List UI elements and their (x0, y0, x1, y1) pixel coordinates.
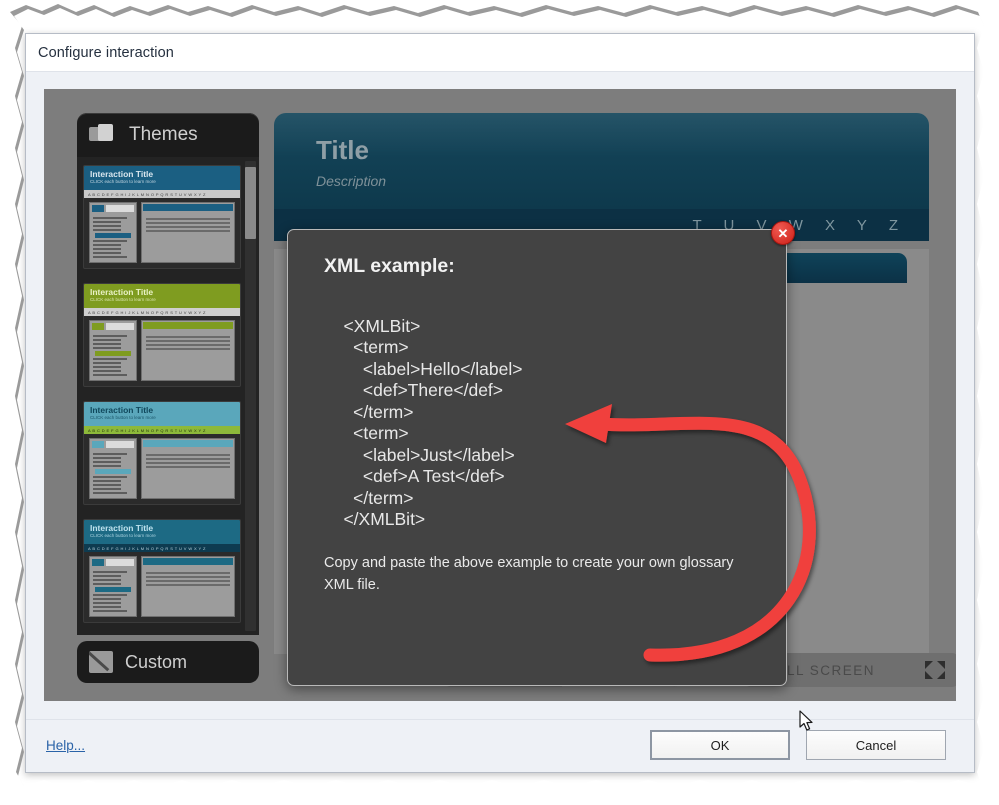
preview-header: Title Description (274, 113, 929, 209)
themes-scrollport: Interaction Title CLICK each button to le… (83, 157, 241, 635)
themes-panel-header[interactable]: Themes (77, 113, 259, 157)
theme-thumbnail-subtitle: CLICK each button to learn more (90, 415, 156, 420)
ok-button-label: OK (710, 737, 730, 753)
preview-description: Description (316, 173, 387, 189)
theme-thumbnail-list (89, 202, 137, 263)
theme-thumbnail-header: Interaction Title CLICK each button to le… (84, 284, 240, 308)
themes-scrollbar[interactable] (245, 161, 256, 631)
preview-title: Title (316, 135, 369, 165)
theme-thumbnail-alphabet: A B C D E F G H I J K L M N O P Q R S T … (84, 308, 240, 316)
theme-thumbnail-header: Interaction Title CLICK each button to le… (84, 402, 240, 426)
theme-thumbnail[interactable]: Interaction Title CLICK each button to le… (83, 283, 241, 387)
window-titlebar: Configure interaction (26, 34, 974, 72)
theme-thumbnail-header: Interaction Title CLICK each button to le… (84, 520, 240, 544)
preview-header-gloss (274, 113, 929, 157)
xml-modal-heading: XML example: (324, 255, 455, 277)
ok-button[interactable]: OK (650, 730, 790, 760)
theme-thumbnail-body (89, 438, 235, 499)
preview-stage-wrapper: Themes Interaction Title CLICK each butto… (44, 89, 956, 701)
theme-thumbnail-title: Interaction Title (90, 405, 154, 415)
theme-thumbnail-subtitle: CLICK each button to learn more (90, 179, 156, 184)
theme-thumbnail-header: Interaction Title CLICK each button to le… (84, 166, 240, 190)
theme-thumbnail-alphabet: A B C D E F G H I J K L M N O P Q R S T … (84, 426, 240, 434)
theme-thumbnail-subtitle: CLICK each button to learn more (90, 297, 156, 302)
xml-example-modal: ✕ XML example: <XMLBit> <term> <label>He… (287, 221, 795, 686)
dialog-footer: Help... OK Cancel (26, 719, 974, 772)
layers-icon (89, 124, 117, 146)
theme-thumbnail-alphabet: A B C D E F G H I J K L M N O P Q R S T … (84, 190, 240, 198)
help-link[interactable]: Help... (46, 738, 85, 753)
theme-thumbnail-list (89, 438, 137, 499)
cancel-button-label: Cancel (855, 737, 897, 753)
cancel-button[interactable]: Cancel (806, 730, 946, 760)
close-icon[interactable]: ✕ (771, 221, 795, 245)
theme-thumbnail-title: Interaction Title (90, 169, 154, 179)
theme-thumbnail-body (89, 320, 235, 381)
xml-modal-note: Copy and paste the above example to crea… (324, 555, 734, 593)
preview-stage: Themes Interaction Title CLICK each butto… (44, 89, 956, 701)
theme-thumbnail-subtitle: CLICK each button to learn more (90, 533, 156, 538)
theme-thumbnail[interactable]: Interaction Title CLICK each button to le… (83, 519, 241, 623)
window-title: Configure interaction (38, 44, 174, 61)
theme-thumbnail-body (89, 556, 235, 617)
themes-panel: Themes Interaction Title CLICK each butto… (77, 113, 259, 683)
theme-thumbnail-title: Interaction Title (90, 523, 154, 533)
theme-thumbnail-detail (141, 320, 235, 381)
theme-thumbnail-list (89, 556, 137, 617)
theme-thumbnail-title: Interaction Title (90, 287, 154, 297)
theme-thumbnail-list (89, 320, 137, 381)
themes-list[interactable]: Interaction Title CLICK each button to le… (77, 157, 259, 635)
theme-thumbnail[interactable]: Interaction Title CLICK each button to le… (83, 401, 241, 505)
expand-icon (925, 661, 945, 679)
theme-thumbnail-alphabet: A B C D E F G H I J K L M N O P Q R S T … (84, 544, 240, 552)
themes-panel-label: Themes (129, 124, 198, 145)
theme-thumbnail-detail (141, 202, 235, 263)
theme-thumbnail-body (89, 202, 235, 263)
theme-thumbnail-detail (141, 556, 235, 617)
themes-scrollbar-thumb[interactable] (245, 167, 256, 239)
mouse-cursor (799, 710, 813, 731)
close-glyph: ✕ (777, 225, 789, 241)
configure-interaction-window: Configure interaction Themes Interaction… (25, 33, 975, 773)
theme-thumbnail[interactable]: Interaction Title CLICK each button to le… (83, 165, 241, 269)
xml-code-sample: <XMLBit> <term> <label>Hello</label> <de… (343, 315, 523, 530)
theme-thumbnail-detail (141, 438, 235, 499)
